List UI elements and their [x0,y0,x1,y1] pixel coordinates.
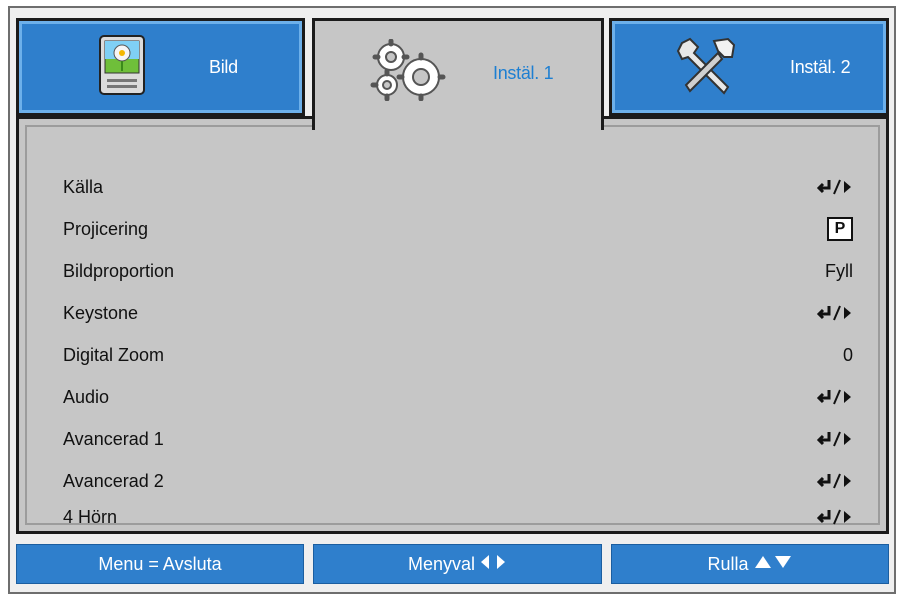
projection-mode-value: P [827,217,853,241]
tools-icon [674,35,740,97]
menu-item-label: Keystone [63,302,139,323]
menu-item-projicering[interactable]: Projicering P [19,209,886,249]
menu-item-keystone[interactable]: Keystone [19,293,886,333]
menu-item-label: Projicering [63,218,149,239]
menu-item-avancerad-1[interactable]: Avancerad 1 [19,419,886,459]
menu-item-4-horn[interactable]: 4 Hörn [19,497,886,537]
enter-arrow-icon [817,388,853,406]
hint-menyval: Menyval [313,544,602,584]
hint-menu-exit: Menu = Avsluta [16,544,304,584]
gears-icon [369,38,451,102]
settings-panel: Källa Projicering P Bildproportion Fyll … [16,116,889,534]
tab-instal-1-label: Instäl. 1 [493,63,554,83]
menu-item-label: Källa [63,176,104,197]
enter-arrow-icon [817,304,853,322]
enter-arrow-icon [817,430,853,448]
menu-item-label: Avancerad 1 [63,428,164,449]
tab-instal-1[interactable]: Instäl. 1 [312,18,604,130]
picture-settings-icon [99,35,145,95]
enter-arrow-icon [817,178,853,196]
menu-item-label: Avancerad 2 [63,470,164,491]
enter-arrow-icon [817,508,853,526]
hint-menyval-label: Menyval [407,553,476,574]
up-down-arrows-icon [753,554,793,575]
hint-menu-exit-label: Menu = Avsluta [98,553,222,574]
left-right-arrows-icon [479,554,507,575]
tab-instal-2[interactable]: Instäl. 2 [609,18,889,116]
menu-item-kalla[interactable]: Källa [19,167,886,207]
projection-p-box: P [827,217,853,241]
menu-item-bildproportion[interactable]: Bildproportion Fyll [19,251,886,291]
aspect-ratio-value: Fyll [825,260,853,281]
tab-bild[interactable]: Bild [16,18,305,116]
menu-item-label: Bildproportion [63,260,175,281]
menu-item-digital-zoom[interactable]: Digital Zoom 0 [19,335,886,375]
enter-arrow-icon [817,472,853,490]
tab-bild-label: Bild [209,57,238,77]
menu-item-label: Audio [63,386,110,407]
tab-instal-2-label: Instäl. 2 [790,57,851,77]
hint-rulla-label: Rulla [707,553,749,574]
hint-rulla: Rulla [611,544,889,584]
menu-item-label: Digital Zoom [63,344,165,365]
menu-item-label: 4 Hörn [63,506,118,527]
digital-zoom-value: 0 [842,344,853,365]
menu-item-avancerad-2[interactable]: Avancerad 2 [19,461,886,501]
menu-item-audio[interactable]: Audio [19,377,886,417]
